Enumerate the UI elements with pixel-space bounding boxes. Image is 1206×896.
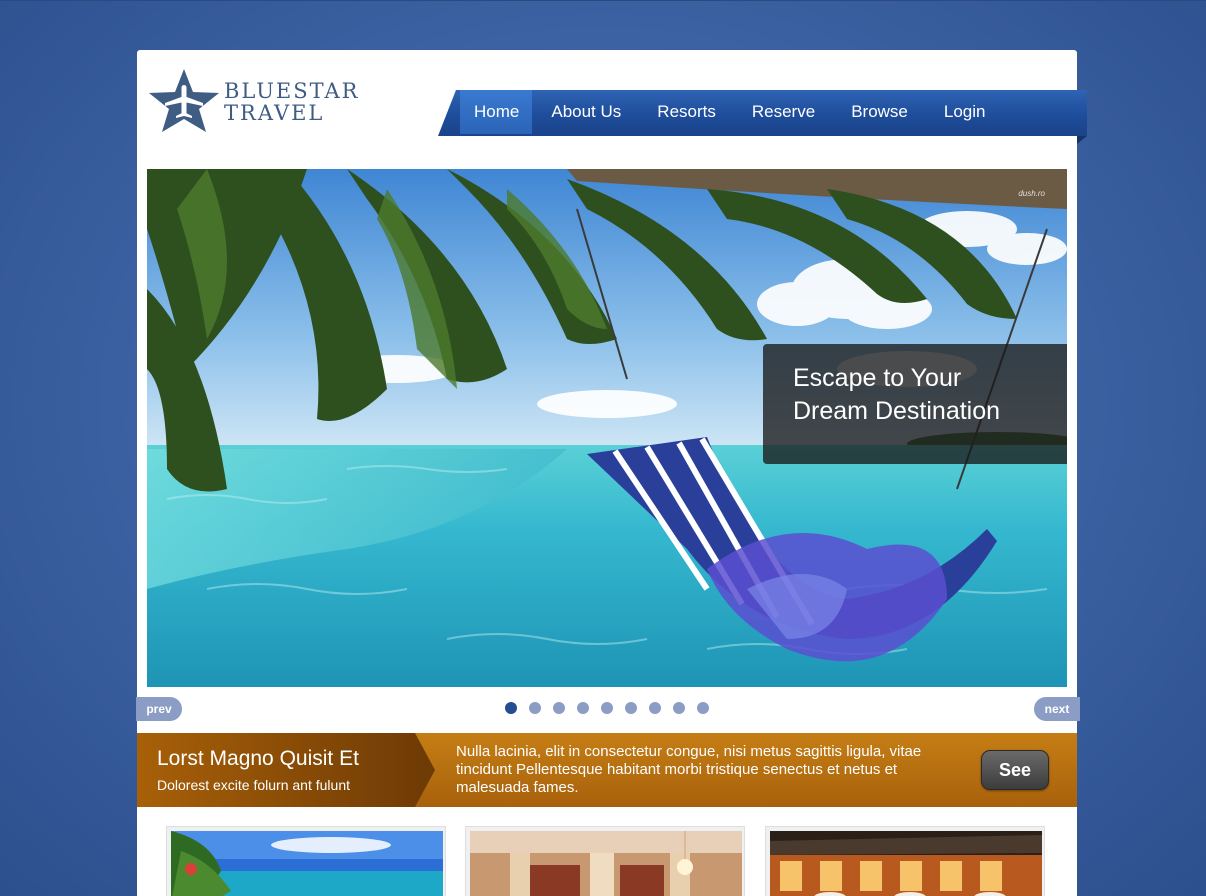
slider-dot[interactable] <box>601 702 613 714</box>
logo-line-1: BlueStar <box>224 79 360 103</box>
see-button[interactable]: See <box>981 750 1049 790</box>
logo-line-2: Travel <box>224 101 325 125</box>
main-nav: Home About Us Resorts Reserve Browse Log… <box>438 90 1087 136</box>
slider-dot[interactable] <box>649 702 661 714</box>
slider-dot[interactable] <box>529 702 541 714</box>
nav-item-login[interactable]: Login <box>925 90 1003 134</box>
promo-title: Lorst Magno Quisit Et <box>157 747 359 770</box>
promo-bar: Lorst Magno Quisit Et Dolorest excite fo… <box>137 733 1077 807</box>
page-container: BlueStar Travel Home About Us Resorts Re… <box>136 50 1087 896</box>
nav-item-browse[interactable]: Browse <box>832 90 925 134</box>
promo-text: Nulla lacinia, elit in consectetur congu… <box>456 743 922 796</box>
star-airplane-icon <box>149 69 219 132</box>
nav-item-about-us[interactable]: About Us <box>532 90 638 134</box>
thumbnail-restaurant[interactable] <box>765 826 1045 896</box>
logo-text: BlueStar Travel <box>224 80 359 124</box>
slider-dot[interactable] <box>697 702 709 714</box>
thumbnail-lobby[interactable] <box>465 826 745 896</box>
thumbnail-beach[interactable] <box>166 826 446 896</box>
site-logo[interactable]: BlueStar Travel <box>147 68 367 134</box>
hero-slide: dush.ro Escape to Your Dream Destination <box>147 169 1067 687</box>
nav-item-reserve[interactable]: Reserve <box>733 90 832 134</box>
slider-dot[interactable] <box>673 702 685 714</box>
beach-thumbnail-image <box>171 831 443 896</box>
slider-dot[interactable] <box>505 702 517 714</box>
slider-dot[interactable] <box>625 702 637 714</box>
slider-prev-button[interactable]: prev <box>136 697 182 721</box>
image-watermark: dush.ro <box>1018 189 1045 198</box>
slider-dot[interactable] <box>577 702 589 714</box>
top-edge-line <box>0 0 1206 1</box>
slider-pagination <box>505 702 721 714</box>
nav-item-home[interactable]: Home <box>460 90 533 134</box>
caption-line-1: Escape to Your <box>793 364 962 392</box>
slide-caption: Escape to Your Dream Destination <box>763 344 1067 464</box>
restaurant-thumbnail-image <box>770 831 1042 896</box>
nav-ribbon-fold <box>1077 136 1087 144</box>
promo-subtitle: Dolorest excite folurn ant fulunt <box>157 777 350 793</box>
slider-next-button[interactable]: next <box>1034 697 1080 721</box>
slider-dot[interactable] <box>553 702 565 714</box>
nav-item-resorts[interactable]: Resorts <box>638 90 733 134</box>
lobby-thumbnail-image <box>470 831 742 896</box>
caption-line-2: Dream Destination <box>793 397 1001 425</box>
